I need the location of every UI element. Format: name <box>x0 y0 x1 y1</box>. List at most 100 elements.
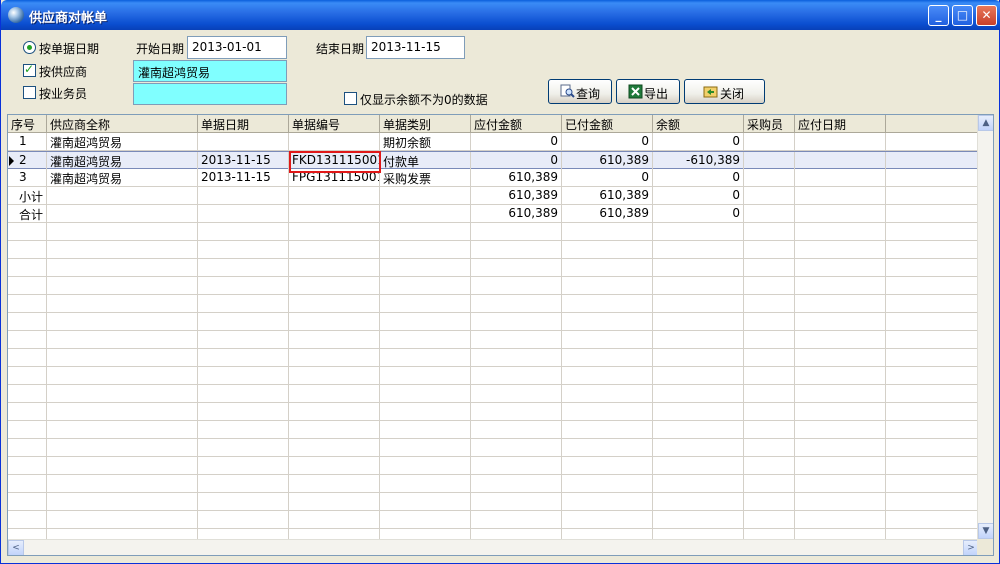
cell-balance[interactable]: 0 <box>653 205 744 222</box>
cell-buyer[interactable] <box>744 223 795 240</box>
horizontal-scrollbar[interactable]: < > <box>8 539 979 555</box>
cell-doc-date[interactable] <box>198 385 289 402</box>
col-header-doc-no[interactable]: 单据编号 <box>289 115 380 133</box>
cell-paid[interactable] <box>562 331 653 348</box>
salesman-input[interactable] <box>133 83 287 105</box>
cell-doc-date[interactable] <box>198 421 289 438</box>
cell-paid[interactable] <box>562 385 653 402</box>
col-header-paid[interactable]: 已付金额 <box>562 115 653 133</box>
cell-balance[interactable] <box>653 421 744 438</box>
cell-balance[interactable] <box>653 493 744 510</box>
cell-balance[interactable] <box>653 349 744 366</box>
cell-doc-type[interactable] <box>380 187 471 204</box>
empty-row[interactable] <box>8 421 979 439</box>
cell-supplier[interactable]: 灌南超鸿贸易 <box>47 169 198 186</box>
cell-buyer[interactable] <box>744 277 795 294</box>
cell-paid[interactable]: 610,389 <box>562 152 653 169</box>
table-row[interactable]: 1 灌南超鸿贸易 期初余额 0 0 0 <box>8 133 979 151</box>
cell-doc-type[interactable] <box>380 511 471 528</box>
empty-row[interactable] <box>8 241 979 259</box>
cell-buyer[interactable] <box>744 439 795 456</box>
cell-due-date[interactable] <box>795 403 886 420</box>
cell-doc-date[interactable] <box>198 457 289 474</box>
cell-due-date[interactable] <box>795 187 886 204</box>
cell-doc-date[interactable] <box>198 241 289 258</box>
cell-paid[interactable] <box>562 457 653 474</box>
cell-payable[interactable] <box>471 475 562 492</box>
cell-payable[interactable] <box>471 457 562 474</box>
cell-payable[interactable] <box>471 493 562 510</box>
cell-supplier[interactable] <box>47 439 198 456</box>
cell-supplier[interactable] <box>47 403 198 420</box>
cell-supplier[interactable] <box>47 259 198 276</box>
cell-due-date[interactable] <box>795 439 886 456</box>
cell-doc-no[interactable] <box>289 385 380 402</box>
cell-paid[interactable]: 610,389 <box>562 187 653 204</box>
cell-doc-type[interactable] <box>380 457 471 474</box>
empty-row[interactable] <box>8 475 979 493</box>
cell-balance[interactable] <box>653 511 744 528</box>
cell-doc-type[interactable]: 期初余额 <box>380 133 471 150</box>
cell-balance[interactable] <box>653 295 744 312</box>
cell-doc-date[interactable] <box>198 475 289 492</box>
cell-due-date[interactable] <box>795 349 886 366</box>
scroll-left-button[interactable]: < <box>8 540 24 555</box>
cell-buyer[interactable] <box>744 295 795 312</box>
cell-supplier[interactable] <box>47 277 198 294</box>
cell-supplier[interactable] <box>47 313 198 330</box>
cell-seq[interactable]: 1 <box>8 133 47 150</box>
cell-doc-date[interactable] <box>198 259 289 276</box>
cell-due-date[interactable] <box>795 493 886 510</box>
cell-doc-type[interactable] <box>380 313 471 330</box>
cell-payable[interactable] <box>471 421 562 438</box>
cell-supplier[interactable] <box>47 205 198 222</box>
cell-paid[interactable] <box>562 313 653 330</box>
cell-due-date[interactable] <box>795 169 886 186</box>
empty-row[interactable] <box>8 349 979 367</box>
cell-paid[interactable] <box>562 439 653 456</box>
cell-buyer[interactable] <box>744 133 795 150</box>
cell-doc-date[interactable] <box>198 187 289 204</box>
cell-seq[interactable] <box>8 421 47 438</box>
cell-buyer[interactable] <box>744 367 795 384</box>
cell-doc-type[interactable] <box>380 367 471 384</box>
cell-payable[interactable] <box>471 313 562 330</box>
col-header-payable[interactable]: 应付金额 <box>471 115 562 133</box>
cell-payable[interactable]: 610,389 <box>471 205 562 222</box>
cell-seq[interactable]: 小计 <box>8 187 47 204</box>
cell-doc-date[interactable] <box>198 331 289 348</box>
cell-doc-no[interactable] <box>289 277 380 294</box>
empty-row[interactable] <box>8 403 979 421</box>
cell-paid[interactable]: 0 <box>562 169 653 186</box>
cell-doc-type[interactable] <box>380 223 471 240</box>
cell-paid[interactable] <box>562 259 653 276</box>
cell-due-date[interactable] <box>795 457 886 474</box>
cell-balance[interactable] <box>653 223 744 240</box>
cell-buyer[interactable] <box>744 457 795 474</box>
col-header-due-date[interactable]: 应付日期 <box>795 115 886 133</box>
cell-doc-type[interactable] <box>380 403 471 420</box>
cell-seq[interactable] <box>8 295 47 312</box>
cell-balance[interactable] <box>653 367 744 384</box>
cell-seq[interactable] <box>8 349 47 366</box>
empty-row[interactable] <box>8 511 979 529</box>
cell-supplier[interactable]: 灌南超鸿贸易 <box>47 133 198 150</box>
empty-row[interactable] <box>8 223 979 241</box>
empty-row[interactable] <box>8 295 979 313</box>
cell-seq[interactable] <box>8 511 47 528</box>
cell-buyer[interactable] <box>744 331 795 348</box>
col-header-doc-date[interactable]: 单据日期 <box>198 115 289 133</box>
cell-doc-no[interactable] <box>289 223 380 240</box>
cell-doc-no[interactable] <box>289 295 380 312</box>
by-doc-date-radio[interactable] <box>23 41 36 54</box>
cell-doc-no[interactable] <box>289 403 380 420</box>
empty-row[interactable] <box>8 367 979 385</box>
empty-row[interactable] <box>8 385 979 403</box>
statement-grid[interactable]: 序号 供应商全称 单据日期 单据编号 单据类别 应付金额 已付金额 余额 采购员… <box>7 114 994 556</box>
supplier-input[interactable]: 灌南超鸿贸易 <box>133 60 287 82</box>
cell-doc-no[interactable] <box>289 349 380 366</box>
cell-seq[interactable] <box>8 331 47 348</box>
cell-buyer[interactable] <box>744 169 795 186</box>
cell-seq[interactable] <box>8 223 47 240</box>
cell-doc-date[interactable]: 2013-11-15 <box>198 152 289 169</box>
